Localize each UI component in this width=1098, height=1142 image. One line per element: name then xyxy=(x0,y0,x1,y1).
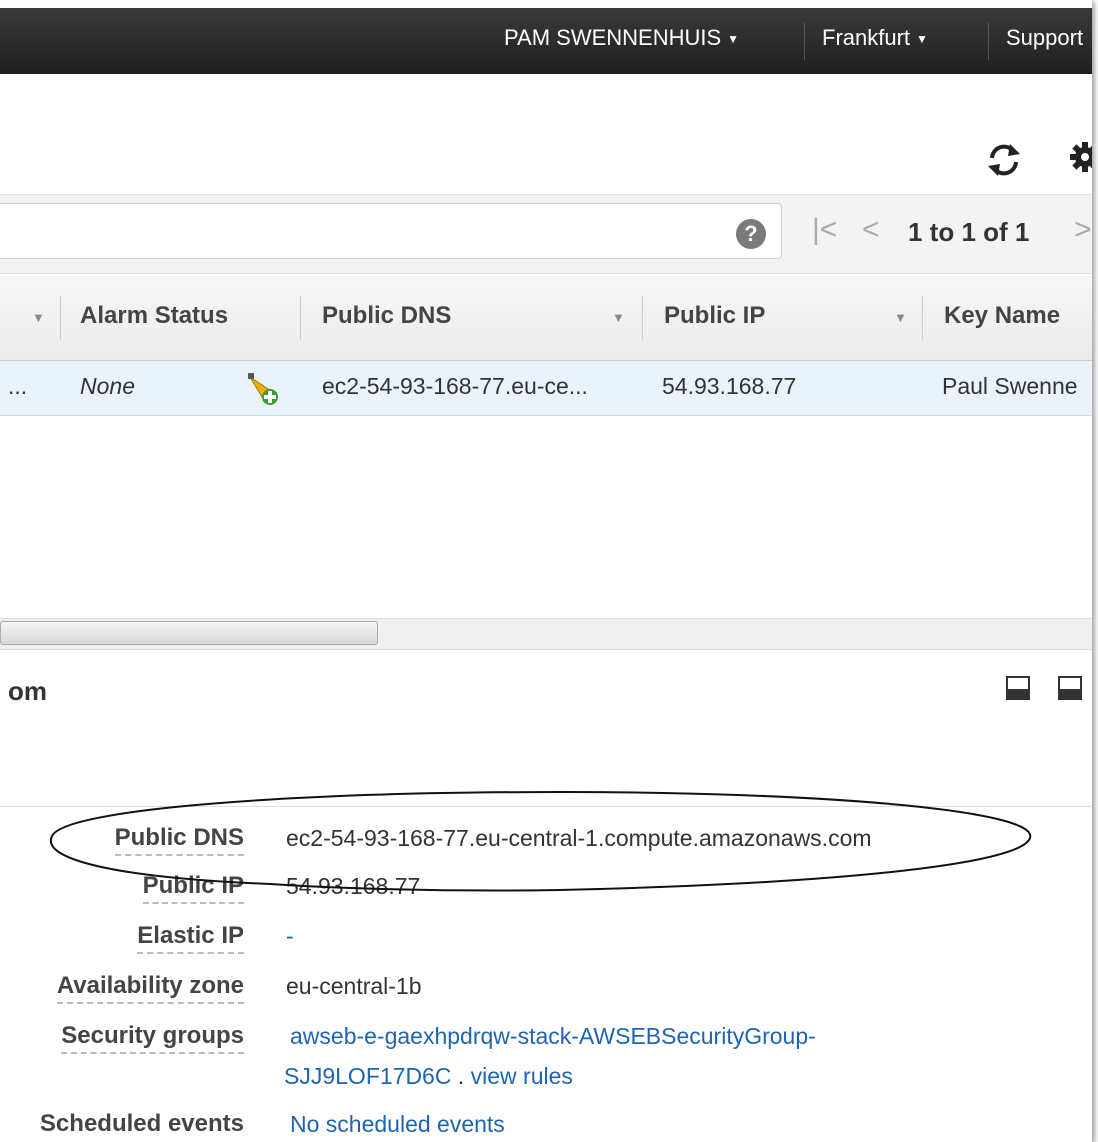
label-availability-zone: Availability zone xyxy=(56,970,244,1004)
pagination-text: 1 to 1 of 1 xyxy=(908,217,1030,247)
gear-icon[interactable] xyxy=(1068,140,1092,174)
horizontal-scrollbar[interactable] xyxy=(0,618,1092,650)
filter-bar: ? |< < 1 to 1 of 1 > xyxy=(0,194,1092,274)
value-elastic-ip[interactable]: - xyxy=(286,920,294,952)
sort-caret-icon[interactable]: ▼ xyxy=(32,310,45,325)
value-public-dns: ec2-54-93-168-77.eu-central-1.compute.am… xyxy=(286,825,872,851)
column-header-key-name[interactable]: Key Name xyxy=(944,302,1060,330)
nav-divider xyxy=(988,22,989,60)
public-ip-cell: 54.93.168.77 xyxy=(662,373,797,399)
next-page-icon[interactable]: > xyxy=(1074,215,1092,245)
region-menu[interactable]: Frankfurt ▼ xyxy=(822,8,928,74)
label-public-ip: Public IP xyxy=(142,870,244,904)
security-group-link-continued[interactable]: SJJ9LOF17D6C xyxy=(284,1063,451,1089)
label-security-groups: Security groups xyxy=(61,1020,244,1054)
previous-page-icon[interactable]: < xyxy=(862,215,880,245)
details-divider xyxy=(0,806,1092,807)
label-elastic-ip: Elastic IP xyxy=(137,920,244,954)
panel-minimize-icon[interactable] xyxy=(1006,676,1030,700)
table-row[interactable]: ... None ec2-54-93-168-77.eu-ce... 54.93… xyxy=(0,361,1092,416)
details-panel-header: om xyxy=(0,654,1092,734)
column-header-public-dns[interactable]: Public DNS xyxy=(322,302,451,330)
refresh-icon[interactable] xyxy=(984,140,1024,180)
add-alarm-icon[interactable] xyxy=(246,371,282,407)
scrollbar-thumb[interactable] xyxy=(0,621,378,645)
table-header: ▼ Alarm Status Public DNS ▼ Public IP ▼ … xyxy=(0,276,1092,361)
security-group-link[interactable]: awseb-e-gaexhpdrqw-stack-AWSEBSecurityGr… xyxy=(290,1020,816,1052)
value-public-ip: 54.93.168.77 xyxy=(286,873,421,899)
nav-divider xyxy=(804,22,805,60)
first-page-icon[interactable]: |< xyxy=(812,215,837,245)
user-menu[interactable]: PAM SWENNENHUIS ▼ xyxy=(504,8,739,74)
label-scheduled-events: Scheduled events xyxy=(39,1110,244,1137)
support-menu[interactable]: Support xyxy=(1006,8,1083,74)
panel-maximize-icon[interactable] xyxy=(1058,676,1082,700)
column-divider[interactable] xyxy=(922,296,923,340)
console-frame: PAM SWENNENHUIS ▼ Frankfurt ▼ Support ? |<… xyxy=(0,0,1092,1142)
truncated-cell: ... xyxy=(8,373,28,399)
separator-text: . xyxy=(451,1063,471,1089)
chevron-down-icon: ▼ xyxy=(727,32,740,47)
column-divider[interactable] xyxy=(642,296,643,340)
sort-caret-icon[interactable]: ▼ xyxy=(612,310,625,325)
view-rules-link[interactable]: view rules xyxy=(471,1063,573,1089)
sort-caret-icon[interactable]: ▼ xyxy=(894,310,907,325)
user-menu-label: PAM SWENNENHUIS xyxy=(504,25,722,50)
region-menu-label: Frankfurt xyxy=(822,25,911,50)
column-header-public-ip[interactable]: Public IP xyxy=(664,302,765,330)
chevron-down-icon: ▼ xyxy=(916,32,928,47)
help-icon[interactable]: ? xyxy=(736,219,766,249)
security-group-line2: SJJ9LOF17D6C . view rules xyxy=(284,1060,573,1092)
value-availability-zone: eu-central-1b xyxy=(286,973,422,999)
alarm-status-cell: None xyxy=(80,373,135,399)
details-title: om xyxy=(8,676,47,706)
top-nav-bar: PAM SWENNENHUIS ▼ Frankfurt ▼ Support xyxy=(0,8,1092,74)
column-divider[interactable] xyxy=(60,296,61,340)
public-dns-cell: ec2-54-93-168-77.eu-ce... xyxy=(322,373,588,399)
key-name-cell: Paul Swenne xyxy=(942,373,1078,399)
support-menu-label: Support xyxy=(1006,25,1084,50)
column-header-alarm-status[interactable]: Alarm Status xyxy=(80,302,228,330)
label-public-dns: Public DNS xyxy=(114,822,244,856)
search-input[interactable] xyxy=(0,203,782,259)
value-scheduled-events[interactable]: No scheduled events xyxy=(290,1108,505,1140)
column-divider[interactable] xyxy=(300,296,301,340)
